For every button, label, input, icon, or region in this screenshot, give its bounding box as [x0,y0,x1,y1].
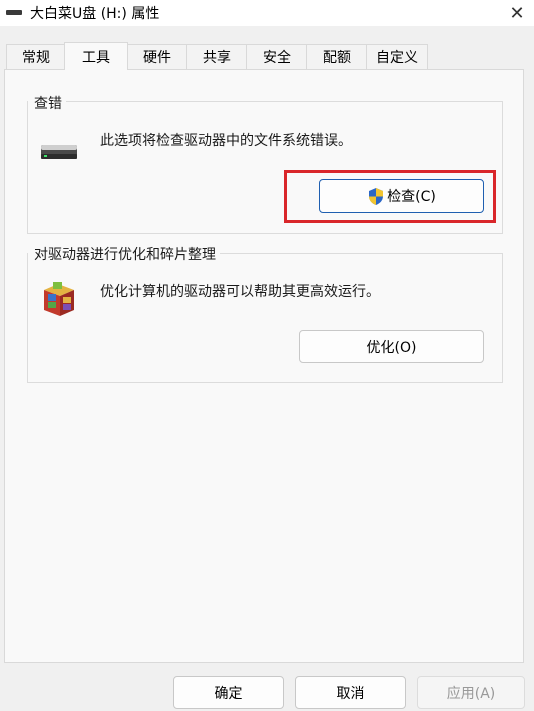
drive-icon [6,10,22,15]
tab-quota[interactable]: 配额 [306,44,368,69]
window-title: 大白菜U盘 (H:) 属性 [30,6,160,22]
defrag-icon [44,282,74,316]
optimize-description: 优化计算机的驱动器可以帮助其更高效运行。 [100,284,380,300]
tab-general[interactable]: 常规 [6,44,66,69]
error-check-group-label: 查错 [28,93,66,113]
cancel-button[interactable]: 取消 [295,676,406,709]
tab-hardware[interactable]: 硬件 [126,44,188,69]
check-button-label: 检查(C) [387,189,436,205]
title-bar: 大白菜U盘 (H:) 属性 ✕ [0,0,534,26]
cancel-button-label: 取消 [336,685,365,702]
uac-shield-icon [369,187,384,205]
tab-customize[interactable]: 自定义 [366,44,428,69]
apply-button-label: 应用(A) [446,685,496,702]
tab-sharing[interactable]: 共享 [186,44,248,69]
tab-tools[interactable]: 工具 [64,42,128,70]
optimize-group [27,253,503,383]
check-button[interactable]: 检查(C) [319,179,484,213]
optimize-button-label: 优化(O) [366,339,417,356]
ok-button[interactable]: 确定 [173,676,284,709]
ok-button-label: 确定 [214,685,243,702]
error-check-description: 此选项将检查驱动器中的文件系统错误。 [100,133,352,149]
tab-security[interactable]: 安全 [246,44,308,69]
optimize-button[interactable]: 优化(O) [299,330,484,363]
close-icon: ✕ [509,2,525,24]
apply-button: 应用(A) [417,676,525,709]
drive-icon [41,145,77,159]
optimize-group-label: 对驱动器进行优化和碎片整理 [28,244,220,264]
close-button[interactable]: ✕ [500,0,534,26]
